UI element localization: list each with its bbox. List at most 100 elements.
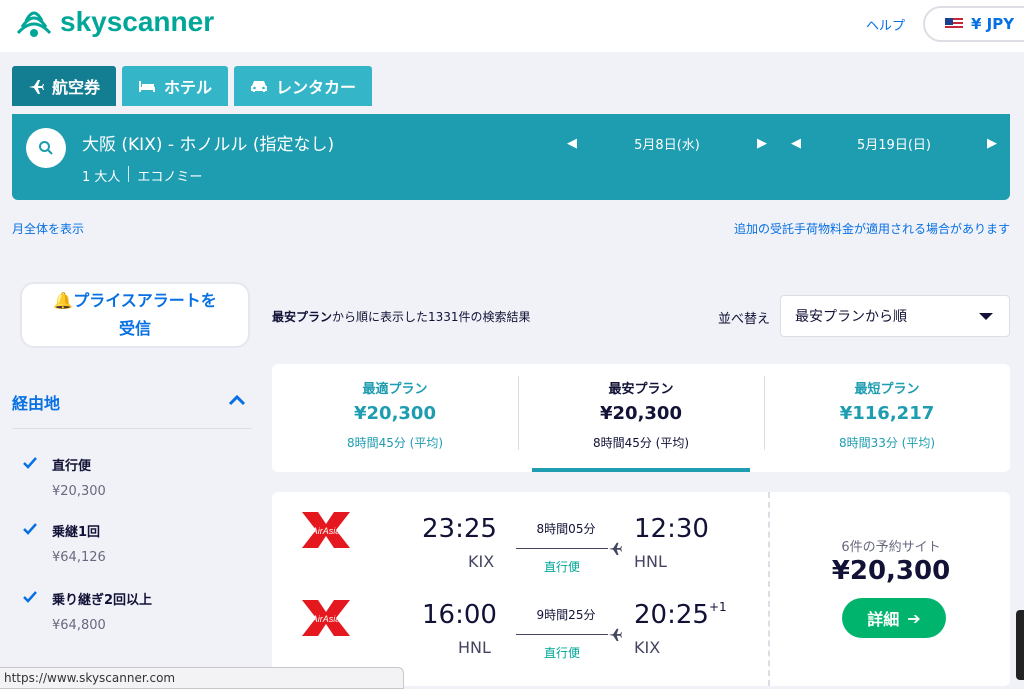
filter-two-plus-stops[interactable]: 乗り継ぎ2回以上 ¥64,800 [22, 589, 152, 633]
logo-text: skyscanner [60, 6, 215, 37]
month-view-link[interactable]: 月全体を表示 [12, 220, 84, 237]
airasia-logo-icon: AirAsia [302, 512, 350, 548]
search-summary-bar[interactable]: 大阪 (KIX) - ホノルル (指定なし) 1 大人 エコノミー ◀ 5月8日… [12, 114, 1010, 200]
depart-date[interactable]: 5月8日(水) [582, 134, 752, 153]
return-date[interactable]: 5月19日(日) [806, 134, 982, 153]
result-price: ¥20,300 [831, 556, 951, 586]
arrival-airport: HNL [634, 552, 667, 571]
bell-icon: 🔔 [53, 291, 74, 310]
price-panel: 6件の予約サイト ¥20,300 詳細 ➔ [768, 492, 1010, 686]
skyscanner-logo[interactable]: skyscanner [14, 6, 214, 38]
summary-price: ¥20,300 [600, 403, 682, 424]
checkbox-checked-icon[interactable] [22, 589, 38, 605]
summary-label: 最安プラン [608, 382, 674, 397]
browser-status-bar: https://www.skyscanner.com [0, 667, 404, 689]
flight-duration: 9時間25分 [536, 608, 596, 622]
flight-line [516, 548, 608, 549]
caret-down-icon [979, 313, 993, 320]
price-alert-label: プライスアラートを [73, 291, 217, 310]
svg-text:AirAsia: AirAsia [311, 526, 341, 536]
passenger-count: 1 大人 [82, 170, 121, 185]
filter-direct[interactable]: 直行便 ¥20,300 [22, 455, 106, 499]
cabin-class: エコノミー [137, 170, 203, 185]
summary-duration: 8時間45分 (平均) [592, 436, 690, 450]
prev-return-date-icon[interactable]: ◀ [786, 136, 806, 151]
tab-best[interactable]: 最適プラン ¥20,300 8時間45分 (平均) [272, 364, 518, 472]
scrollbar-thumb[interactable] [1016, 610, 1024, 680]
active-tab-indicator [532, 468, 750, 472]
plane-icon [29, 80, 44, 94]
sort-selected-value: 最安プランから順 [795, 309, 907, 325]
us-flag-icon [945, 18, 963, 30]
summary-label: 最短プラン [854, 382, 920, 397]
flight-line [516, 634, 608, 635]
filter-label: 乗り継ぎ2回以上 [52, 593, 153, 608]
checkbox-checked-icon[interactable] [22, 521, 38, 537]
sort-label: 並べ替え [718, 312, 771, 327]
summary-duration: 8時間33分 (平均) [838, 436, 936, 450]
departure-airport: HNL [458, 638, 491, 657]
sort-dropdown[interactable]: 最安プランから順 [780, 295, 1010, 337]
results-count: 最安プランから順に表示した1331件の検索結果 [272, 308, 531, 325]
flight-duration: 8時間05分 [536, 522, 596, 536]
tab-label: 航空券 [52, 78, 101, 97]
results-count-text: から順に表示した1331件の検索結果 [332, 310, 531, 324]
arrival-airport: KIX [634, 638, 661, 657]
plane-icon [608, 542, 622, 555]
section-divider [12, 428, 252, 429]
tab-cheapest[interactable]: 最安プラン ¥20,300 8時間45分 (平均) [518, 364, 764, 472]
tab-hotels[interactable]: ホテル [122, 66, 229, 106]
svg-text:AirAsia: AirAsia [311, 614, 341, 624]
next-depart-date-icon[interactable]: ▶ [752, 136, 772, 151]
booking-sites-count: 6件の予約サイト [841, 540, 941, 555]
depart-date-picker: ◀ 5月8日(水) ▶ [562, 134, 772, 153]
currency-selector[interactable]: ¥ JPY [923, 6, 1024, 42]
tab-fastest[interactable]: 最短プラン ¥116,217 8時間33分 (平均) [764, 364, 1010, 472]
results-sort-name: 最安プラン [272, 310, 333, 324]
currency-label: ¥ JPY [971, 15, 1015, 33]
filter-price: ¥64,800 [52, 618, 106, 633]
outbound-leg: AirAsia 23:25 KIX 8時間05分 直行便 12:30 HNL [272, 492, 768, 574]
next-return-date-icon[interactable]: ▶ [982, 136, 1002, 151]
search-button[interactable] [26, 128, 66, 168]
arrival-time: 12:30 [634, 514, 709, 544]
checkbox-checked-icon[interactable] [22, 455, 38, 471]
product-tabs: 航空券 ホテル レンタカー [12, 66, 373, 106]
prev-depart-date-icon[interactable]: ◀ [562, 136, 582, 151]
filter-one-stop[interactable]: 乗継1回 ¥64,126 [22, 521, 106, 565]
stops-label: 直行便 [543, 646, 580, 660]
help-link[interactable]: ヘルプ [866, 15, 905, 34]
car-icon [251, 81, 268, 92]
day-offset: +1 [708, 600, 727, 614]
summary-price: ¥116,217 [839, 403, 935, 424]
details-button[interactable]: 詳細 ➔ [842, 598, 946, 638]
bed-icon [139, 81, 156, 92]
arrival-time: 20:25+1 [634, 600, 727, 630]
stops-filter-title[interactable]: 経由地 [12, 390, 60, 414]
inbound-leg: AirAsia 16:00 HNL 9時間25分 直行便 20:25+1 KIX [272, 578, 768, 660]
chevron-up-icon[interactable] [228, 394, 246, 406]
baggage-fee-link[interactable]: 追加の受託手荷物料金が適用される場合があります [734, 220, 1010, 237]
search-icon [39, 141, 53, 155]
passenger-cabin[interactable]: 1 大人 エコノミー [82, 166, 202, 185]
tab-flights[interactable]: 航空券 [12, 66, 117, 106]
details-label: 詳細 [867, 610, 900, 629]
arrival-time-value: 20:25 [634, 600, 709, 630]
summary-duration: 8時間45分 (平均) [346, 436, 444, 450]
price-alert-label-2: 受信 [118, 319, 151, 338]
return-date-picker: ◀ 5月19日(日) ▶ [786, 134, 1002, 153]
tab-car-rental[interactable]: レンタカー [234, 66, 373, 106]
departure-time: 16:00 [422, 600, 497, 630]
filter-price: ¥20,300 [52, 484, 106, 499]
divider [128, 166, 130, 182]
sunrise-logo-icon [16, 11, 52, 37]
route-text[interactable]: 大阪 (KIX) - ホノルル (指定なし) [82, 130, 334, 155]
top-bar: skyscanner ヘルプ ¥ JPY [0, 0, 1024, 52]
price-alert-button[interactable]: 🔔プライスアラートを 受信 [20, 282, 250, 348]
airasia-logo-icon: AirAsia [302, 600, 350, 636]
tab-label: ホテル [164, 78, 213, 97]
filter-label: 乗継1回 [52, 525, 101, 540]
summary-label: 最適プラン [362, 382, 428, 397]
sort-summary-tabs: 最適プラン ¥20,300 8時間45分 (平均) 最安プラン ¥20,300 … [272, 364, 1010, 472]
flight-result-card[interactable]: AirAsia 23:25 KIX 8時間05分 直行便 12:30 HNL A… [272, 492, 768, 686]
